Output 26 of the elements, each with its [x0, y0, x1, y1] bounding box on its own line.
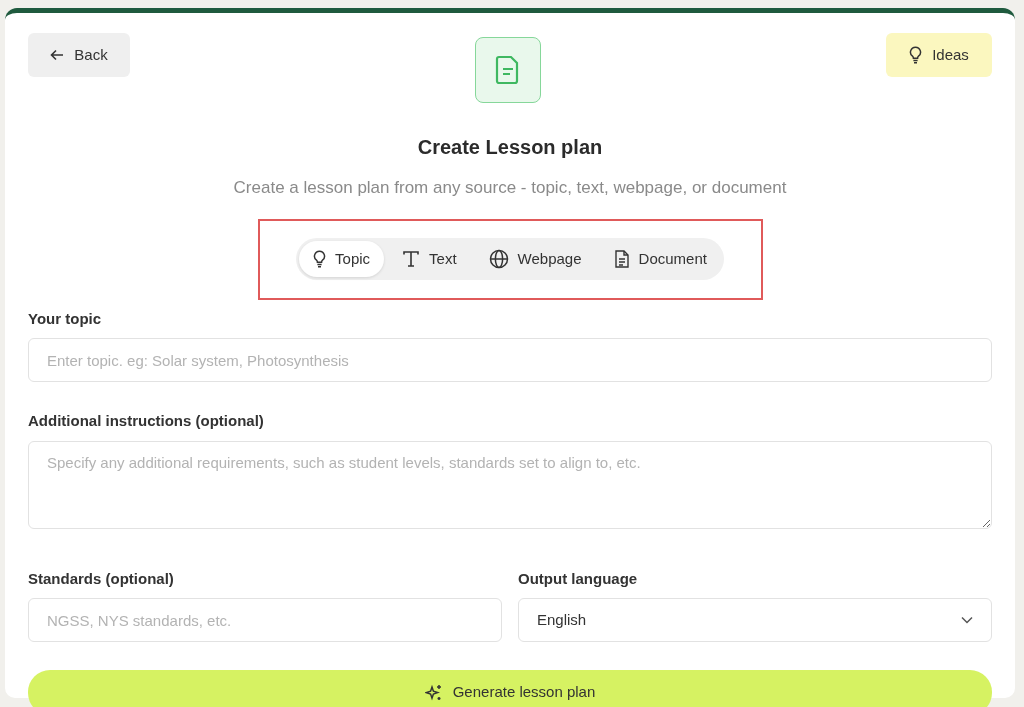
- text-icon: [402, 250, 421, 268]
- source-tab[interactable]: Webpage: [474, 241, 596, 277]
- lightbulb-icon: [313, 250, 327, 268]
- globe-icon: [488, 249, 509, 269]
- language-dropdown[interactable]: English: [518, 598, 992, 642]
- field-label: Standards (optional): [28, 568, 175, 589]
- document-icon: [613, 249, 630, 269]
- field-label: Additional instructions (optional): [28, 411, 265, 431]
- generate-button[interactable]: Generate lesson plan: [28, 670, 992, 707]
- topic-input-field[interactable]: Enter topic. eg: Solar system, Photosynthesis: [28, 338, 992, 382]
- back-button[interactable]: Back: [28, 33, 130, 77]
- field-label: Your topic: [28, 308, 103, 329]
- chevron-down-icon: [961, 616, 973, 624]
- page-subtitle: Create a lesson plan from any source - topic, text, webpage, or document: [232, 177, 788, 199]
- instructions-text-area[interactable]: Specify any additional requirements, such as student levels, standards set to align to, etc.: [28, 440, 992, 529]
- source-tab[interactable]: Topic: [299, 241, 385, 277]
- sparkle-icon: [424, 683, 443, 702]
- source-tab[interactable]: Text: [388, 241, 471, 277]
- back-arrow-icon: [50, 48, 65, 62]
- lightbulb-icon: [909, 46, 923, 64]
- ideas-button[interactable]: Ideas: [886, 33, 992, 77]
- standards-input-field[interactable]: NGSS, NYS standards, etc.: [28, 598, 502, 642]
- page-title: Create Lesson plan: [416, 135, 604, 159]
- source-tab[interactable]: Document: [599, 241, 721, 277]
- field-label: Output language: [518, 568, 639, 589]
- document-icon: [475, 37, 541, 103]
